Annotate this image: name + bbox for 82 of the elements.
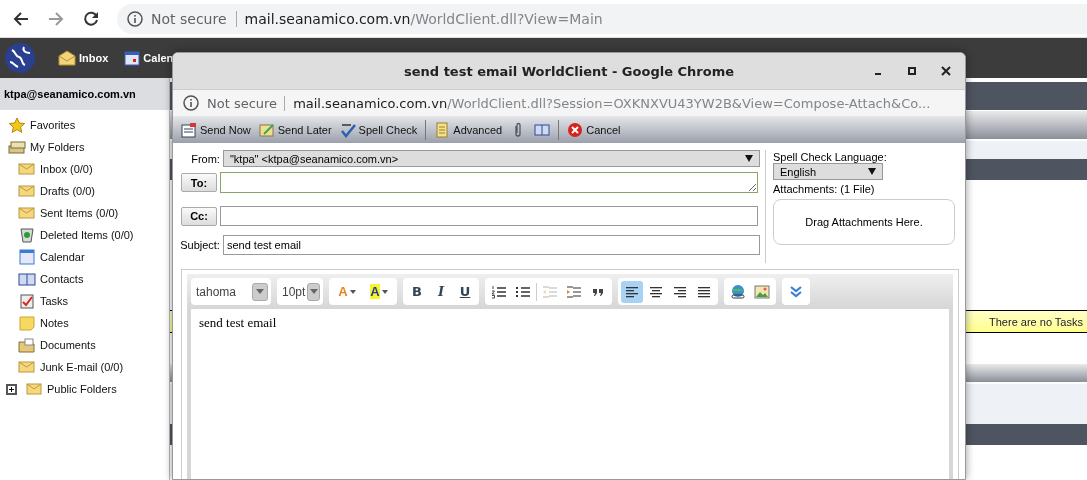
reload-icon[interactable] (82, 9, 100, 28)
folder-label[interactable]: Documents (40, 339, 96, 351)
dropdown-arrow-icon (868, 168, 876, 175)
address-bar[interactable]: Not secure mail.seanamico.com.vn/WorldClient.dll?View=Main (117, 3, 1087, 34)
note-icon (18, 315, 36, 331)
document-icon (181, 121, 197, 138)
folder-label[interactable]: Tasks (40, 295, 69, 307)
caret-icon (349, 289, 356, 294)
font-dropdown[interactable]: tahoma (191, 278, 271, 305)
folder-label[interactable]: Contacts (40, 273, 84, 285)
size-dropdown[interactable]: 10pt (277, 278, 323, 305)
folder-label[interactable]: Deleted Items (0/0) (40, 229, 134, 241)
maximize-icon[interactable] (907, 66, 917, 76)
pencil-note-icon (258, 121, 275, 138)
caret-icon (381, 289, 388, 294)
star-icon (8, 117, 26, 133)
folder-label[interactable]: Public Folders (47, 383, 117, 395)
bold-button[interactable]: B (406, 280, 428, 303)
spell-language-label: Spell Check Language: (773, 151, 887, 163)
to-field[interactable] (220, 172, 758, 193)
folders-icon (8, 139, 26, 155)
forward-icon[interactable] (47, 9, 65, 28)
envelope-icon (18, 183, 36, 199)
window-title: send test email WorldClient - Google Chrome (404, 63, 734, 79)
folder-label[interactable]: My Folders (30, 141, 85, 153)
attachments-label: Attachments: (1 File) (773, 183, 875, 195)
checkmark-icon (339, 121, 356, 138)
folder-label[interactable]: Drafts (0/0) (40, 185, 95, 197)
url-text: mail.seanamico.com.vn/WorldClient.dll?Session=OXKNXVU43YW2B&View=Compose-Attach&Co... (293, 95, 931, 111)
toolbar-button[interactable]: Cancel (564, 121, 624, 138)
to-button[interactable]: To: (181, 173, 217, 192)
clipboard-icon (18, 293, 36, 309)
mail-icon (25, 381, 43, 397)
cc-button[interactable]: Cc: (181, 206, 217, 226)
envelope-icon (18, 205, 36, 221)
from-dropdown[interactable]: "ktpa" <ktpa@seanamico.com.vn> (222, 150, 760, 167)
toolbar-button[interactable]: Send Later (255, 121, 335, 138)
attachment-dropzone[interactable]: Drag Attachments Here. (773, 199, 955, 245)
back-icon[interactable] (12, 9, 30, 28)
caret-icon (252, 282, 268, 301)
align-left-button[interactable] (621, 280, 643, 303)
folder-label[interactable]: Sent Items (0/0) (40, 207, 119, 219)
italic-button[interactable]: I (430, 280, 452, 303)
book-icon (18, 271, 36, 287)
security-label: Not secure (151, 10, 237, 27)
folder-label[interactable]: Junk E-mail (0/0) (40, 361, 124, 373)
close-icon[interactable] (941, 66, 951, 76)
nav-item[interactable]: Inbox (58, 50, 109, 66)
security-label: Not secure (207, 95, 286, 111)
language-dropdown[interactable]: English (773, 163, 883, 180)
info-icon (183, 95, 199, 111)
toolbar-button[interactable]: Spell Check (336, 121, 421, 138)
notepad-icon (434, 121, 451, 138)
highlight-color-button[interactable]: A (364, 280, 394, 303)
folder-label[interactable]: Notes (40, 317, 69, 329)
account-header: ktpa@seanamico.com.vn (0, 78, 169, 110)
folder-icon (18, 337, 36, 353)
nav-item[interactable]: Calen (124, 50, 174, 66)
url-text: mail.seanamico.com.vn/WorldClient.dll?View=Main (244, 10, 603, 27)
calendar-icon (124, 50, 141, 66)
subject-field[interactable]: send test email (222, 235, 760, 255)
message-body-text: send test email (199, 315, 277, 330)
underline-button[interactable]: U (454, 280, 476, 303)
folder-label[interactable]: Favorites (30, 119, 76, 131)
caret-icon (307, 282, 320, 301)
expand-icon[interactable] (6, 383, 17, 395)
toolbar-button[interactable]: Send Now (178, 121, 254, 138)
globe-logo-icon[interactable] (4, 42, 36, 74)
cc-field[interactable] (220, 206, 758, 226)
envelope-icon (18, 161, 36, 177)
envelope-icon (18, 359, 36, 375)
from-label: From: (190, 152, 220, 165)
folder-label[interactable]: Inbox (0/0) (40, 163, 93, 175)
calendar-icon (18, 249, 36, 265)
dropdown-arrow-icon (745, 155, 753, 162)
info-icon (127, 10, 143, 27)
trash-can-icon (18, 227, 36, 243)
folder-label[interactable]: Calendar (40, 251, 85, 263)
subject-label: Subject: (179, 239, 220, 251)
cancel-icon (567, 121, 584, 138)
toolbar-button[interactable]: Advanced (431, 121, 506, 138)
envelope-icon (58, 50, 76, 66)
